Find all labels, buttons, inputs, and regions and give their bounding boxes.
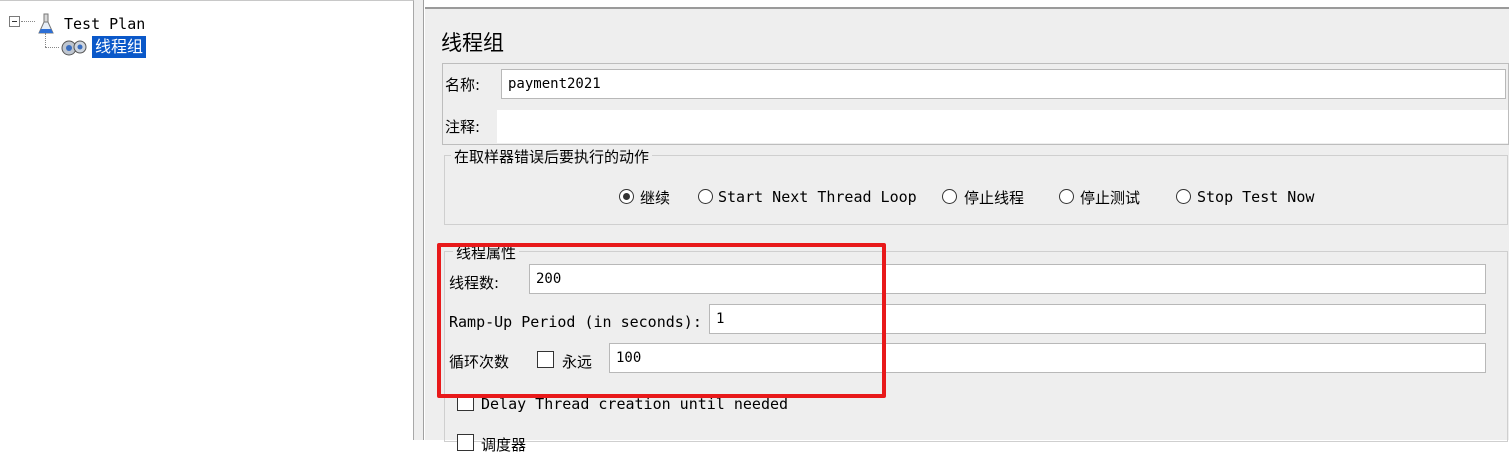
collapse-toggle-icon[interactable] xyxy=(9,16,20,27)
start-next-loop-label[interactable]: Start Next Thread Loop xyxy=(718,188,917,206)
continue-radio[interactable] xyxy=(619,189,634,204)
tree-connector xyxy=(45,33,46,47)
red-highlight-box xyxy=(437,243,886,398)
stop-test-radio[interactable] xyxy=(1059,189,1074,204)
thread-group-gear-icon xyxy=(61,40,87,56)
stop-thread-label[interactable]: 停止线程 xyxy=(964,187,1024,208)
continue-label[interactable]: 继续 xyxy=(640,187,670,208)
thread-group-label[interactable]: 线程组 xyxy=(92,36,147,58)
test-plan-tree: Test Plan 线程组 xyxy=(0,0,414,440)
sampler-error-action-title: 在取样器错误后要执行的动作 xyxy=(451,146,653,167)
scheduler-label[interactable]: 调度器 xyxy=(481,434,526,455)
test-plan-flask-icon xyxy=(38,13,54,34)
tree-connector xyxy=(21,21,35,22)
comment-label: 注释: xyxy=(445,118,481,136)
name-label: 名称: xyxy=(445,76,481,94)
start-next-loop-radio[interactable] xyxy=(698,189,713,204)
sampler-error-action-group: 在取样器错误后要执行的动作 继续 Start Next Thread Loop … xyxy=(444,146,1508,225)
stop-thread-radio[interactable] xyxy=(942,189,957,204)
tree-connector xyxy=(45,47,59,48)
comment-field[interactable] xyxy=(497,110,1508,143)
name-field[interactable]: payment2021 xyxy=(501,69,1506,99)
stop-test-now-radio[interactable] xyxy=(1176,189,1191,204)
stop-test-label[interactable]: 停止测试 xyxy=(1080,187,1140,208)
page-title: 线程组 xyxy=(441,31,504,55)
pane-splitter[interactable] xyxy=(414,0,424,440)
scheduler-checkbox[interactable] xyxy=(457,434,474,451)
name-comment-panel: 名称: payment2021 注释: xyxy=(442,63,1509,145)
test-plan-label[interactable]: Test Plan xyxy=(64,15,145,33)
stop-test-now-label[interactable]: Stop Test Now xyxy=(1197,188,1314,206)
